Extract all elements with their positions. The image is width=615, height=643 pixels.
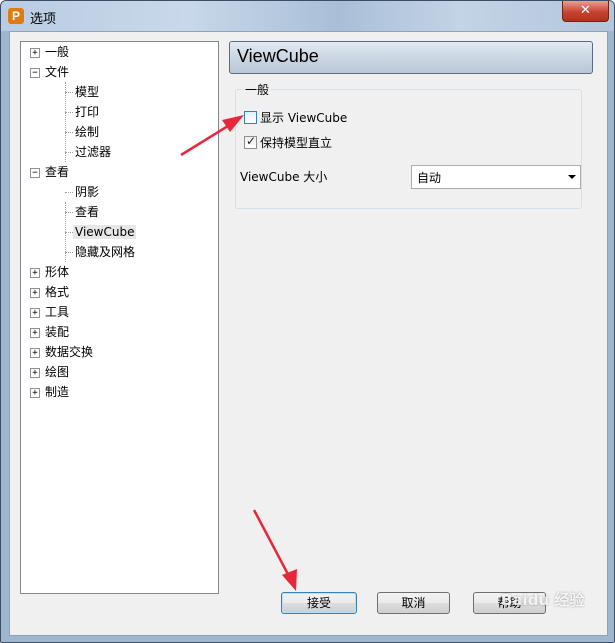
annotation-arrow-1 bbox=[180, 115, 244, 157]
annotation-arrows bbox=[180, 115, 297, 591]
annotation-arrow-2 bbox=[252, 509, 297, 591]
